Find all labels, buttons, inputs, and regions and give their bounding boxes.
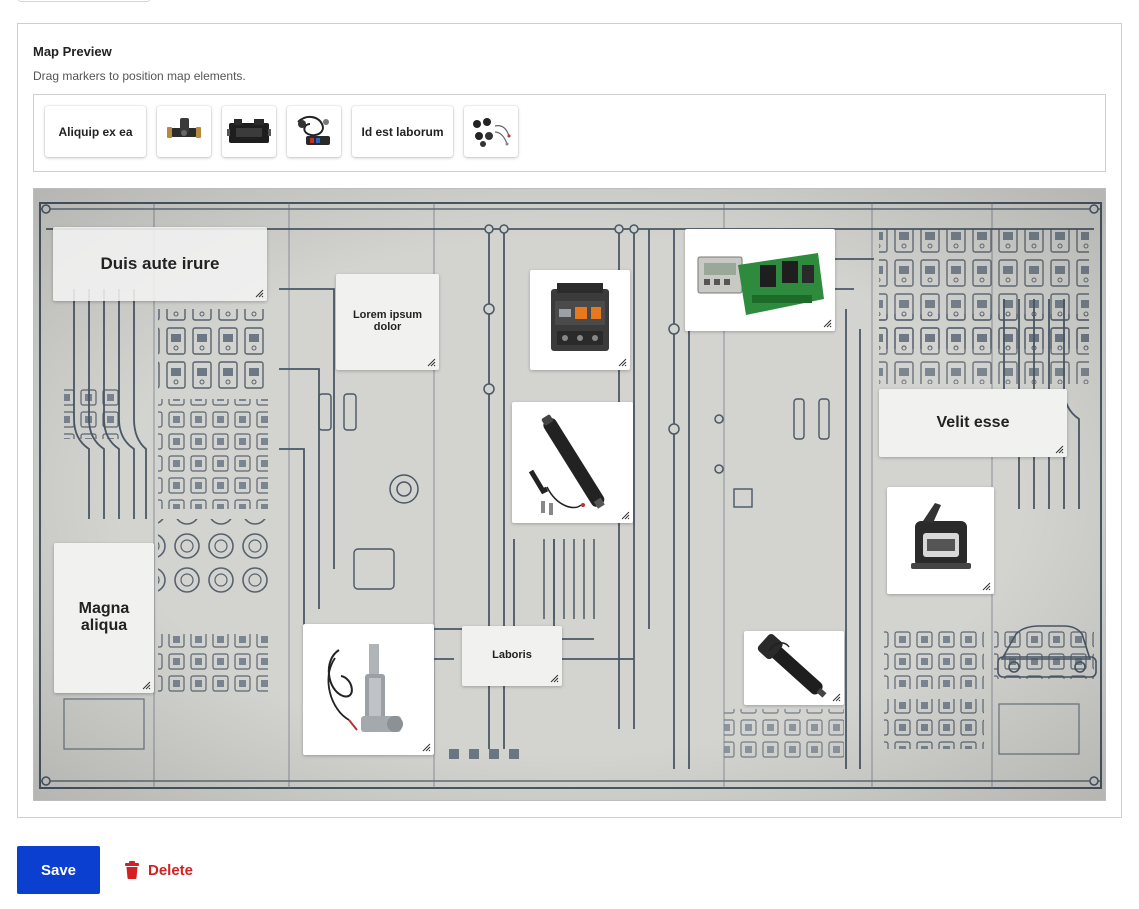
marker-label: Magna aliqua — [78, 600, 130, 634]
map-marker-text[interactable]: Duis aute irure — [53, 227, 267, 301]
marker-palette: Aliquip ex ea Id est laborum — [33, 94, 1106, 172]
palette-chip-image[interactable] — [222, 106, 276, 157]
resize-handle-icon[interactable] — [621, 511, 630, 520]
map-marker-text[interactable]: Lorem ipsum dolor — [336, 274, 439, 370]
resize-handle-icon[interactable] — [832, 693, 841, 702]
map-canvas[interactable]: Duis aute irure Lorem ipsum dolor Velit … — [33, 188, 1106, 801]
resize-handle-icon[interactable] — [427, 358, 436, 367]
resize-handle-icon[interactable] — [142, 681, 151, 690]
linear-actuator-icon — [528, 414, 605, 515]
map-marker-text[interactable]: Velit esse — [879, 389, 1067, 457]
map-marker-image[interactable] — [887, 487, 994, 594]
marker-label: Duis aute irure — [100, 254, 220, 274]
delete-button[interactable]: Delete — [124, 857, 193, 883]
palette-chip-text[interactable]: Id est laborum — [352, 106, 453, 157]
map-marker-image[interactable] — [744, 631, 844, 705]
map-marker-image[interactable] — [530, 270, 630, 370]
resize-handle-icon[interactable] — [255, 289, 264, 298]
marker-label: Laboris — [492, 649, 532, 662]
map-marker-image[interactable] — [685, 229, 835, 331]
trash-icon — [125, 861, 139, 879]
palette-chip-text[interactable]: Aliquip ex ea — [45, 106, 146, 157]
linear-actuator-motor-icon — [327, 643, 403, 732]
palette-chip-image[interactable] — [287, 106, 341, 157]
save-button[interactable]: Save — [17, 846, 100, 894]
palette-chip-image[interactable] — [464, 106, 518, 157]
panel-help-text: Drag markers to position map elements. — [33, 69, 246, 83]
resize-handle-icon[interactable] — [618, 358, 627, 367]
resize-handle-icon[interactable] — [823, 319, 832, 328]
actuator-arm-icon — [757, 634, 827, 698]
contactor-icon — [551, 283, 609, 351]
delete-label: Delete — [148, 861, 194, 879]
marker-label: Lorem ipsum dolor — [352, 309, 423, 333]
resize-handle-icon[interactable] — [1055, 445, 1064, 454]
map-marker-image[interactable] — [512, 402, 633, 523]
motor-mount-icon — [910, 502, 971, 569]
palette-chip-label: Id est laborum — [361, 124, 444, 139]
previous-section-edge — [18, 0, 150, 2]
map-preview-panel: Map Preview Drag markers to position map… — [17, 23, 1122, 818]
resize-handle-icon[interactable] — [982, 582, 991, 591]
control-module-box-icon — [227, 118, 271, 143]
wiring-harness-icon — [297, 115, 330, 145]
resize-handle-icon[interactable] — [550, 674, 559, 683]
control-board-icon — [697, 253, 824, 315]
panel-title: Map Preview — [33, 44, 112, 59]
map-marker-text[interactable]: Magna aliqua — [54, 543, 154, 693]
palette-chip-label: Aliquip ex ea — [58, 124, 133, 139]
palette-chip-image[interactable] — [157, 106, 211, 157]
map-marker-image[interactable] — [303, 624, 434, 755]
resize-handle-icon[interactable] — [422, 743, 431, 752]
map-marker-text[interactable]: Laboris — [462, 626, 562, 686]
pipe-tee-connector-icon — [167, 117, 201, 138]
marker-label: Velit esse — [936, 413, 1010, 431]
connector-set-icon — [473, 117, 511, 147]
